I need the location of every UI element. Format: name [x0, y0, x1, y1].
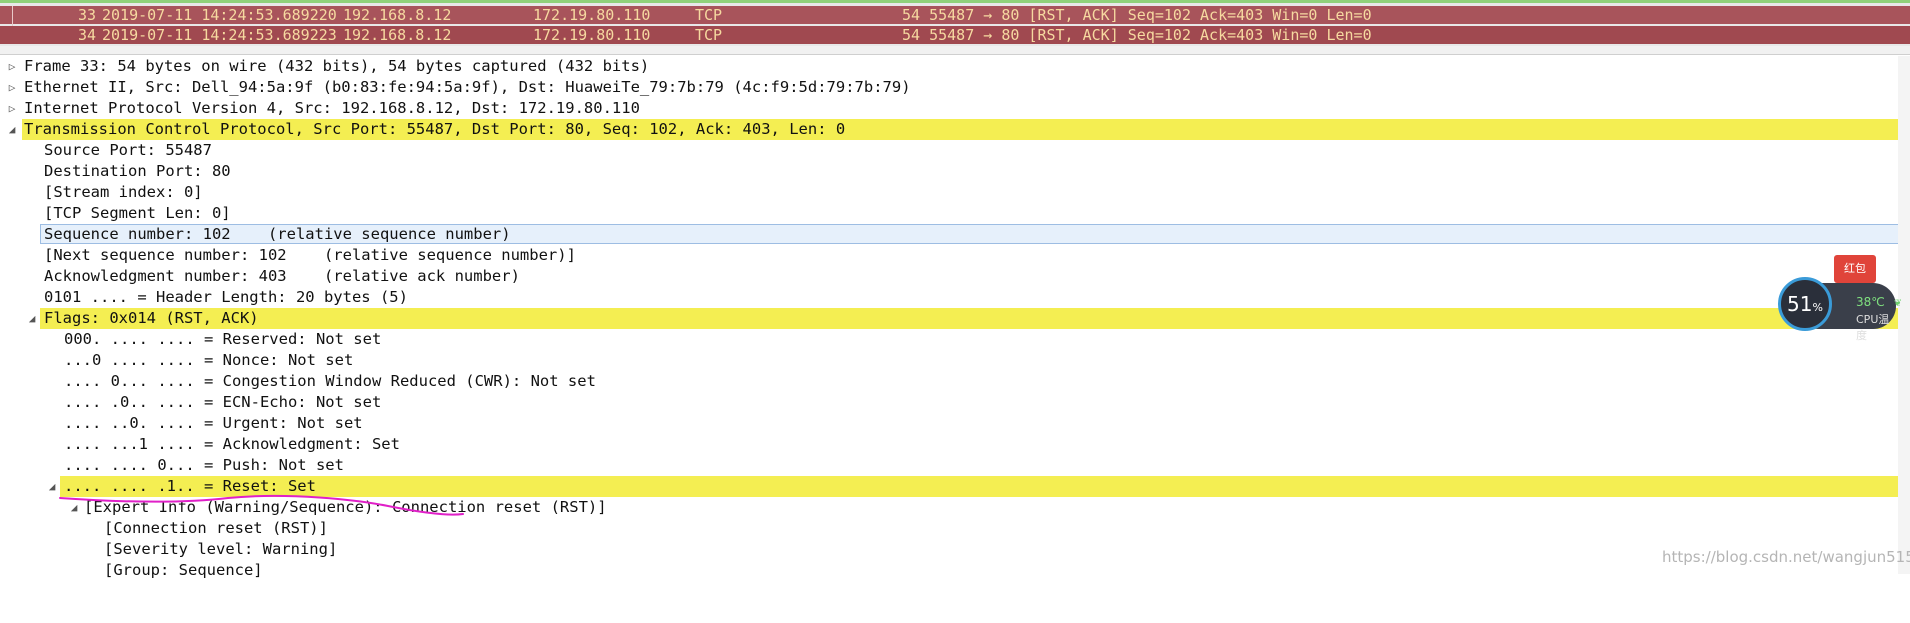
tree-item-ethernet[interactable]: ▷ Ethernet II, Src: Dell_94:5a:9f (b0:83… [0, 77, 1900, 98]
expand-arrow-icon[interactable]: ▷ [6, 77, 18, 98]
packet-protocol: TCP [695, 6, 723, 24]
packet-list-top-border [0, 0, 1910, 3]
cpu-temperature-label: CPU温度 [1856, 313, 1890, 342]
tree-item-sequence-number[interactable]: Sequence number: 102 (relative sequence … [0, 224, 1900, 245]
tree-item-flag-ecn[interactable]: .... .0.. .... = ECN-Echo: Not set [0, 392, 1900, 413]
packet-info: 54 55487 → 80 [RST, ACK] Seq=102 Ack=403… [902, 6, 1372, 24]
tree-item-severity[interactable]: [Severity level: Warning] [0, 539, 1900, 560]
tree-item-flags[interactable]: ◢ Flags: 0x014 (RST, ACK) [0, 308, 1900, 329]
cpu-usage-gauge: 51% [1778, 277, 1832, 331]
tree-item-flag-ack[interactable]: .... ...1 .... = Acknowledgment: Set [0, 434, 1900, 455]
tree-item-next-sequence[interactable]: [Next sequence number: 102 (relative seq… [0, 245, 1900, 266]
vertical-scrollbar[interactable] [1898, 56, 1910, 574]
packet-source: 192.168.8.12 [343, 26, 452, 44]
packet-time: 2019-07-11 14:24:53.689220 [102, 6, 337, 24]
tree-item-header-length[interactable]: 0101 .... = Header Length: 20 bytes (5) [0, 287, 1900, 308]
cpu-temperature: 38℃ [1856, 295, 1885, 309]
leaf-icon: ❦ [1894, 295, 1902, 309]
tree-item-tcp[interactable]: ◢ Transmission Control Protocol, Src Por… [0, 119, 1900, 140]
pane-splitter[interactable] [0, 46, 1910, 55]
packet-row[interactable]: 33 2019-07-11 14:24:53.689220 192.168.8.… [0, 6, 1910, 33]
expand-arrow-icon[interactable]: ▷ [6, 56, 18, 77]
packet-source: 192.168.8.12 [343, 6, 452, 24]
tree-item-flag-push[interactable]: .... .... 0... = Push: Not set [0, 455, 1900, 476]
tree-item-ack-number[interactable]: Acknowledgment number: 403 (relative ack… [0, 266, 1900, 287]
tree-item-flag-urgent[interactable]: .... ..0. .... = Urgent: Not set [0, 413, 1900, 434]
tree-item-group[interactable]: [Group: Sequence] [0, 560, 1900, 581]
packet-destination: 172.19.80.110 [533, 6, 651, 24]
tree-item-segment-len[interactable]: [TCP Segment Len: 0] [0, 203, 1900, 224]
percent-sign: % [1812, 301, 1823, 314]
collapse-arrow-icon[interactable]: ◢ [6, 119, 18, 140]
cpu-monitor-widget[interactable]: 38℃ ❦ CPU温度 51% [1778, 275, 1901, 342]
packet-protocol: TCP [695, 26, 723, 44]
collapse-arrow-icon[interactable]: ◢ [26, 308, 38, 329]
packet-row-selected[interactable]: 34 2019-07-11 14:24:53.689223 192.168.8.… [0, 26, 1910, 44]
packet-no: 34 [78, 26, 97, 44]
tree-item-flag-cwr[interactable]: .... 0... .... = Congestion Window Reduc… [0, 371, 1900, 392]
packet-info: 54 55487 → 80 [RST, ACK] Seq=102 Ack=403… [902, 26, 1372, 44]
packet-destination: 172.19.80.110 [533, 26, 651, 44]
field-highlight [40, 308, 1900, 329]
tree-item-ip[interactable]: ▷ Internet Protocol Version 4, Src: 192.… [0, 98, 1900, 119]
expand-arrow-icon[interactable]: ▷ [6, 98, 18, 119]
annotation-underline [59, 494, 464, 516]
cpu-usage-percent: 51 [1787, 292, 1813, 316]
tree-item-flag-reserved[interactable]: 000. .... .... = Reserved: Not set [0, 329, 1900, 350]
tree-item-dst-port[interactable]: Destination Port: 80 [0, 161, 1900, 182]
packet-list: 33 2019-07-11 14:24:53.689220 192.168.8.… [0, 0, 1910, 46]
packet-no: 33 [78, 6, 97, 24]
tree-item-stream-index[interactable]: [Stream index: 0] [0, 182, 1900, 203]
collapse-arrow-icon[interactable]: ◢ [46, 476, 58, 497]
tree-item-frame[interactable]: ▷ Frame 33: 54 bytes on wire (432 bits),… [0, 56, 1900, 77]
packet-time: 2019-07-11 14:24:53.689223 [102, 26, 337, 44]
tree-item-flag-nonce[interactable]: ...0 .... .... = Nonce: Not set [0, 350, 1900, 371]
tree-item-src-port[interactable]: Source Port: 55487 [0, 140, 1900, 161]
watermark: https://blog.csdn.net/wangjun5159 [1662, 548, 1910, 566]
